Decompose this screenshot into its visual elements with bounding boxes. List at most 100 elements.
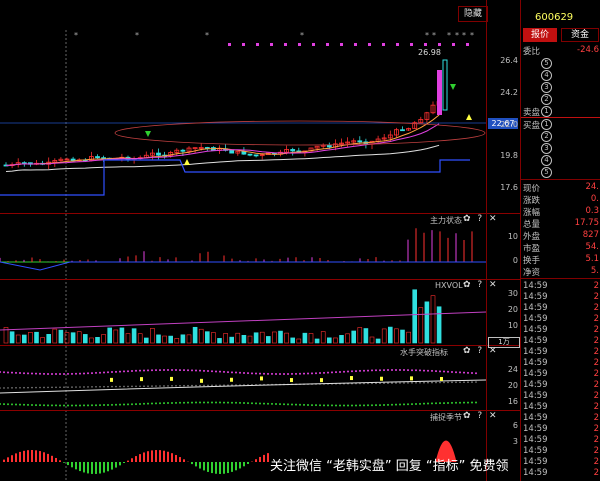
spike-candle (437, 70, 442, 115)
candle-body (290, 149, 296, 152)
stat-row: 换手 5.1 (521, 254, 600, 266)
sell-level-5: 5 (541, 58, 552, 69)
band-dot (291, 372, 293, 375)
y-tick: 6 (512, 421, 518, 430)
band-dot (395, 382, 397, 384)
band-dot (199, 384, 201, 387)
volume-bar (326, 337, 332, 344)
chart-canvas[interactable]: * * * * * * * * * * (0, 0, 520, 481)
volume-bar (58, 329, 64, 344)
indicator-controls[interactable]: ✿ ? ✕ (463, 214, 499, 224)
volume-bar (156, 334, 161, 344)
band-dot (15, 387, 17, 389)
band-dot (411, 403, 413, 406)
indicator-controls[interactable]: ✿ ? ✕ (463, 411, 499, 421)
band-dot (15, 403, 17, 406)
volume-bar (15, 334, 21, 344)
indicator-name[interactable]: 捕捉季节 (430, 412, 462, 423)
band-dot (135, 403, 137, 406)
band-dot (111, 371, 113, 374)
band-dot (47, 372, 49, 375)
band-dot (115, 370, 117, 373)
band-dot (163, 369, 165, 372)
band-dot (451, 401, 453, 404)
band-dot (207, 384, 209, 387)
volume-bar (217, 338, 222, 344)
band-dot (143, 369, 145, 372)
band-dot (295, 403, 297, 406)
buy-level-5: 5 (541, 167, 552, 178)
tick-time: 14:59 (523, 380, 548, 390)
band-dot (375, 404, 377, 407)
band-dot (339, 370, 341, 373)
band-dot (203, 369, 205, 372)
band-dot (359, 369, 361, 372)
indicator-controls[interactable]: ✿ ? ✕ (463, 346, 499, 356)
band-dot (471, 381, 473, 383)
band-dot (359, 404, 361, 407)
band-dot (403, 369, 405, 372)
band-dot (139, 369, 141, 372)
band-dot (475, 401, 477, 404)
signal-dot (438, 43, 441, 46)
band-dot (343, 404, 345, 407)
indicator-name[interactable]: HXVOL (435, 281, 463, 290)
band-dot (99, 371, 101, 374)
band-dot (431, 369, 433, 372)
section-divider (521, 278, 600, 279)
indicator-name[interactable]: 主力状态 (430, 215, 462, 226)
band-dot (27, 372, 29, 375)
hide-button[interactable]: 隐藏 (458, 6, 488, 22)
volume-bar (52, 328, 58, 344)
quote-panel: 600629 报价 资金 委比 -24.6 5 4 3 2 卖盘 1 买盘 1 … (520, 0, 600, 481)
volume-bar (46, 334, 52, 344)
tab-quote[interactable]: 报价 (523, 28, 557, 42)
band-dot (435, 402, 437, 405)
band-dot (143, 385, 145, 388)
band-dot (287, 372, 289, 375)
band-dot (0, 403, 1, 405)
band-dot (103, 385, 105, 388)
band-dot (175, 385, 177, 387)
buy-label: 买盘 (523, 121, 541, 131)
band-dot (311, 372, 313, 375)
signal-dot (382, 43, 385, 46)
band-dot (187, 401, 189, 404)
signal-dot (368, 43, 371, 46)
indicator-controls[interactable]: ✿ ? ✕ (463, 280, 499, 290)
indicator-name[interactable]: 水手突破指标 (400, 347, 448, 358)
band-dot (279, 403, 281, 406)
panel-divider (0, 410, 520, 411)
candle-body (156, 152, 161, 156)
stat-row: 现价 24. (521, 182, 600, 194)
band-dot (475, 372, 477, 375)
y-tick: 19.8 (500, 151, 518, 160)
band-dot (63, 404, 65, 407)
band-dot (175, 401, 177, 404)
band-dot (171, 401, 173, 404)
stat-label: 市盈 (523, 244, 541, 254)
star-icon (184, 159, 190, 165)
band-dot (423, 381, 425, 384)
candle-body (180, 149, 186, 152)
band-dot (167, 385, 169, 387)
band-dot (467, 371, 469, 374)
band-dot (87, 404, 89, 407)
band-dot (463, 401, 465, 404)
buy-level-4: 4 (541, 155, 552, 166)
band-dot (303, 403, 305, 406)
band-dot (255, 372, 257, 375)
band-dot (451, 381, 453, 384)
tick-time: 14:59 (523, 314, 548, 324)
book-divider (521, 117, 600, 118)
band-dot (223, 401, 225, 404)
kline-chart-area[interactable]: * * * * * * * * * * 隐藏 26.98 22.67 26.4 24.2 22.0… (0, 0, 520, 481)
tick-price: 2 (593, 281, 599, 291)
band-dot (187, 369, 189, 372)
tick-time: 14:59 (523, 336, 548, 346)
volume-bar (107, 327, 112, 344)
band-dot (403, 382, 405, 384)
tab-capital[interactable]: 资金 (561, 28, 599, 42)
volume-bar (9, 331, 15, 344)
band-dot (355, 370, 357, 373)
